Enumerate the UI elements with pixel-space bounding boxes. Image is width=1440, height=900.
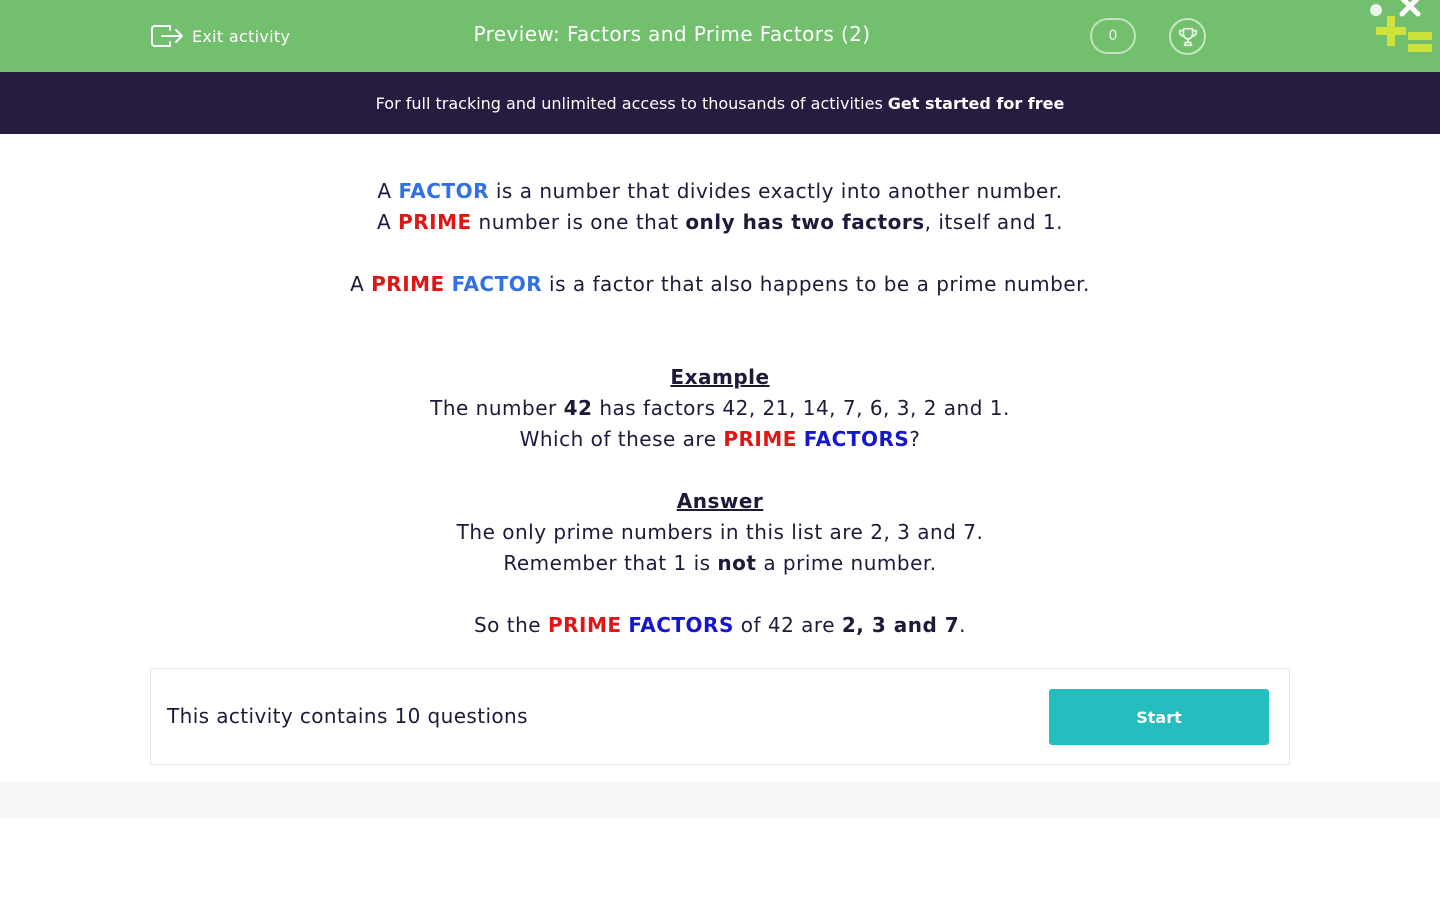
prime-term: PRIME — [371, 272, 445, 296]
activity-panel: This activity contains 10 questions Star… — [150, 668, 1290, 765]
answer-line-3: So the PRIME FACTORS of 42 are 2, 3 and … — [473, 613, 967, 637]
page-title: Preview: Factors and Prime Factors (2) — [473, 22, 871, 46]
trophy-icon — [1178, 27, 1197, 46]
example-heading: Example — [670, 365, 770, 389]
intro-line-2: A PRIME number is one that only has two … — [377, 210, 1063, 234]
answer-heading: Answer — [676, 489, 764, 513]
top-bar: Exit activity Preview: Factors and Prime… — [0, 0, 1440, 72]
intro-line-3: A PRIME FACTOR is a factor that also hap… — [350, 272, 1090, 296]
footer-strip — [0, 781, 1440, 819]
answer-line-2: Remember that 1 is not a prime number. — [503, 551, 937, 575]
get-started-link[interactable]: Get started for free — [888, 94, 1065, 113]
intro-line-1: A FACTOR is a number that divides exactl… — [377, 179, 1063, 203]
trophy-button[interactable] — [1169, 18, 1206, 55]
example-line-1: The number 42 has factors 42, 21, 14, 7,… — [430, 396, 1010, 420]
promo-banner: For full tracking and unlimited access t… — [0, 72, 1440, 134]
factor-term: FACTOR — [451, 272, 543, 296]
decorative-maths-symbols-icon — [1370, 0, 1432, 52]
answer-line-1: The only prime numbers in this list are … — [456, 520, 984, 544]
lesson-content: A FACTOR is a number that divides exactl… — [0, 176, 1440, 641]
score-badge: 0 — [1090, 18, 1136, 54]
prime-term: PRIME — [398, 210, 472, 234]
example-line-2: Which of these are PRIME FACTORS? — [519, 427, 921, 451]
factor-term: FACTOR — [398, 179, 490, 203]
start-button[interactable]: Start — [1049, 689, 1269, 745]
promo-text: For full tracking and unlimited access t… — [375, 93, 883, 113]
question-count-text: This activity contains 10 questions — [167, 704, 528, 728]
